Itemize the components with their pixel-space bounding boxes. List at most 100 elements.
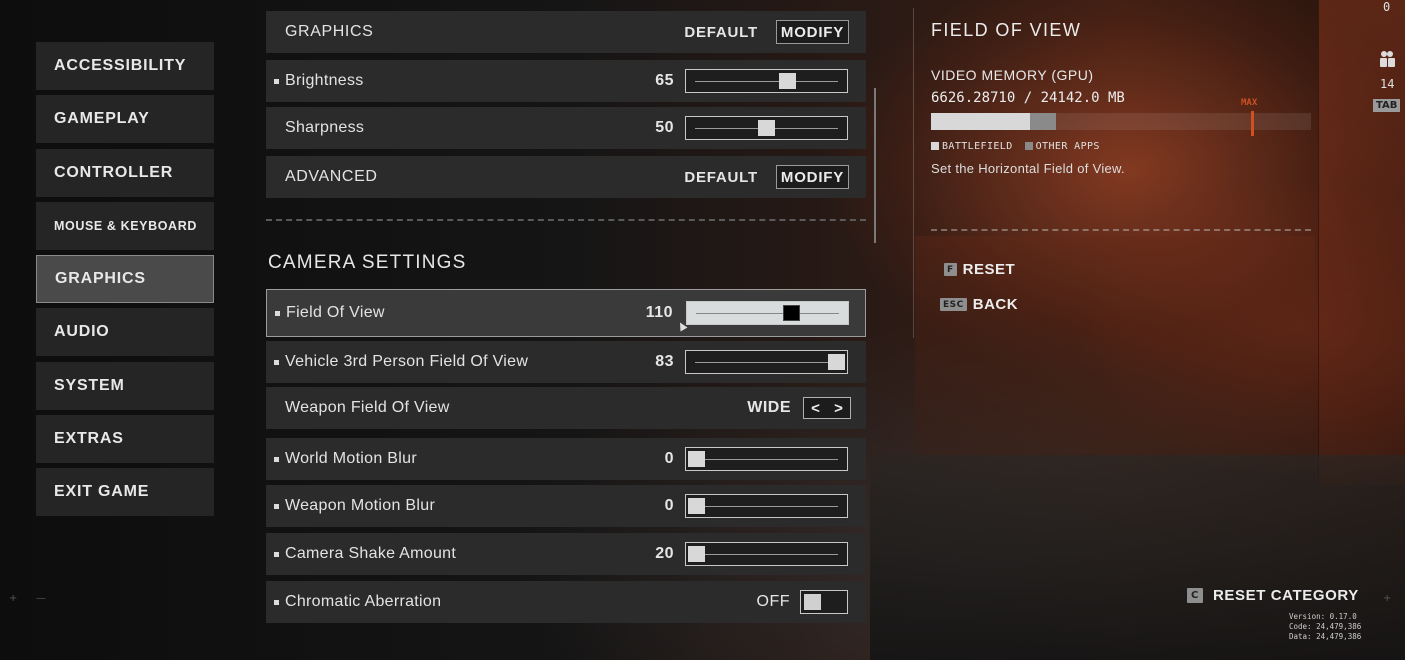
slider-track	[695, 81, 838, 82]
slider-track	[695, 554, 838, 555]
chromatic-aberration-label: Chromatic Aberration	[285, 593, 442, 610]
slider-track	[695, 506, 838, 507]
slider-thumb[interactable]	[688, 498, 705, 514]
reset-category-button[interactable]: C RESET CATEGORY	[1187, 587, 1359, 604]
nav-item-graphics[interactable]: GRAPHICS	[36, 255, 214, 304]
fov-value: 110	[645, 304, 673, 321]
slider-track	[695, 362, 838, 363]
nav-item-accessibility[interactable]: ACCESSIBILITY	[36, 42, 214, 90]
legend-swatch-other	[1024, 142, 1033, 150]
nav-item-exit-game[interactable]: EXIT GAME	[36, 468, 214, 517]
slider-thumb[interactable]	[782, 305, 800, 321]
back-label: BACK	[972, 296, 1019, 313]
weapon-fov-label: Weapon Field Of View	[285, 399, 450, 416]
nav-item-controller[interactable]: CONTROLLER	[36, 148, 214, 197]
brightness-value: 65	[655, 72, 674, 89]
row-bullet	[274, 456, 279, 462]
camera-settings-title: CAMERA SETTINGS	[268, 252, 467, 273]
row-bullet	[274, 551, 279, 557]
legend-battlefield: BATTLEFIELD	[931, 141, 1013, 152]
slider-thumb[interactable]	[688, 451, 705, 467]
weapon-fov-row[interactable]: Weapon Field Of View WIDE < >	[266, 387, 866, 429]
vehicle-fov-slider[interactable]	[685, 350, 848, 374]
legend-swatch-battlefield	[931, 142, 939, 150]
row-bullet	[274, 359, 279, 365]
graphics-default-button[interactable]: DEFAULT	[684, 24, 758, 41]
players-icon	[1380, 51, 1395, 67]
row-bullet	[274, 503, 279, 509]
settings-scrollbar[interactable]	[874, 88, 876, 243]
row-bullet	[274, 78, 279, 84]
brightness-label: Brightness	[285, 72, 364, 89]
hud-top-count: 0	[1383, 0, 1391, 14]
memory-legend: BATTLEFIELD OTHER APPS	[931, 141, 1100, 152]
chevron-right-icon[interactable]: >	[834, 400, 843, 417]
reset-button[interactable]: F RESET	[944, 261, 1015, 278]
advanced-default-button[interactable]: DEFAULT	[684, 169, 758, 186]
info-panel-divider	[931, 229, 1311, 231]
video-memory-label: VIDEO MEMORY (GPU)	[931, 67, 1094, 83]
weapon-motion-blur-label: Weapon Motion Blur	[285, 497, 436, 514]
weapon-motion-blur-slider[interactable]	[685, 494, 848, 518]
brightness-slider[interactable]	[685, 69, 848, 93]
advanced-row[interactable]: ADVANCED DEFAULT MODIFY	[266, 156, 866, 198]
video-memory-value: 6626.28710 / 24142.0 MB	[931, 90, 1125, 106]
chevron-left-icon[interactable]: <	[811, 400, 820, 417]
legend-other-label: OTHER APPS	[1035, 141, 1100, 152]
memory-max-label: MAX	[1241, 98, 1258, 108]
sharpness-slider[interactable]	[685, 116, 848, 140]
nav-item-mouse-keyboard[interactable]: MOUSE & KEYBOARD	[36, 201, 214, 250]
c-key-icon: C	[1187, 588, 1203, 603]
vehicle-fov-row[interactable]: Vehicle 3rd Person Field Of View 83	[266, 341, 866, 383]
world-motion-blur-value: 0	[664, 450, 674, 467]
tab-key-icon[interactable]: TAB	[1373, 99, 1401, 112]
row-bullet	[274, 599, 279, 605]
nav-item-extras[interactable]: EXTRAS	[36, 415, 214, 464]
graphics-modify-button[interactable]: MODIFY	[776, 20, 849, 44]
slider-thumb[interactable]	[758, 120, 775, 136]
sharpness-value: 50	[655, 119, 674, 136]
section-divider	[266, 219, 866, 221]
info-panel-title: FIELD OF VIEW	[931, 20, 1082, 40]
reset-category-label: RESET CATEGORY	[1212, 587, 1359, 604]
brightness-row[interactable]: Brightness 65	[266, 60, 866, 102]
fov-slider[interactable]	[686, 301, 849, 325]
fov-row[interactable]: Field Of View 110	[266, 289, 866, 337]
world-motion-blur-row[interactable]: World Motion Blur 0	[266, 438, 866, 480]
info-panel-border	[913, 8, 914, 338]
slider-track	[696, 313, 839, 314]
nav-item-audio[interactable]: AUDIO	[36, 308, 214, 357]
version-line: Version: 0.17.0	[1289, 612, 1357, 621]
battlefield-memory-fill	[931, 113, 1030, 130]
weapon-motion-blur-value: 0	[664, 497, 674, 514]
graphics-preset-row[interactable]: GRAPHICS DEFAULT MODIFY	[266, 11, 866, 53]
chromatic-aberration-toggle[interactable]	[800, 590, 848, 614]
memory-max-marker	[1251, 111, 1254, 136]
corner-plus-icon-right: +	[1383, 593, 1392, 604]
slider-thumb[interactable]	[779, 73, 796, 89]
back-button[interactable]: ESC BACK	[940, 296, 1018, 313]
slider-track	[695, 459, 838, 460]
chromatic-aberration-row[interactable]: Chromatic Aberration OFF	[266, 581, 866, 623]
camera-shake-label: Camera Shake Amount	[285, 545, 457, 562]
setting-description: Set the Horizontal Field of View.	[931, 161, 1125, 176]
slider-thumb[interactable]	[688, 546, 705, 562]
camera-shake-slider[interactable]	[685, 542, 848, 566]
sharpness-row[interactable]: Sharpness 50	[266, 107, 866, 149]
graphics-preset-label: GRAPHICS	[285, 23, 374, 40]
corner-dash-icon: —	[36, 593, 46, 604]
camera-shake-row[interactable]: Camera Shake Amount 20	[266, 533, 866, 575]
esc-key-icon: ESC	[940, 298, 967, 311]
chromatic-aberration-value: OFF	[756, 593, 790, 610]
advanced-modify-button[interactable]: MODIFY	[776, 165, 849, 189]
weapon-motion-blur-row[interactable]: Weapon Motion Blur 0	[266, 485, 866, 527]
world-motion-blur-slider[interactable]	[685, 447, 848, 471]
toggle-knob[interactable]	[804, 594, 821, 610]
slider-thumb[interactable]	[828, 354, 845, 370]
data-line: Data: 24,479,386	[1289, 632, 1362, 641]
nav-item-system[interactable]: SYSTEM	[36, 361, 214, 410]
nav-item-gameplay[interactable]: GAMEPLAY	[36, 95, 214, 144]
weapon-fov-selector[interactable]: < >	[803, 397, 851, 419]
video-memory-bar	[931, 113, 1311, 130]
advanced-label: ADVANCED	[285, 168, 378, 185]
